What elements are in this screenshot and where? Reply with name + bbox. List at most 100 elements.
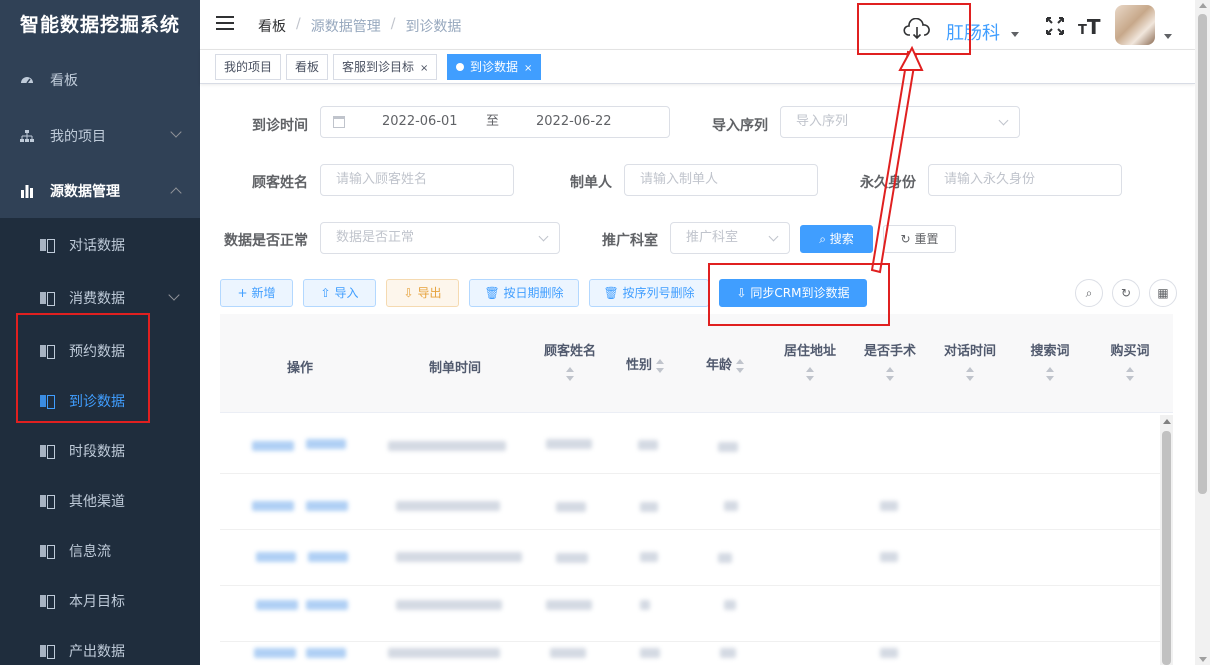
column-title: 年龄: [705, 358, 732, 373]
visit-time-range[interactable]: 2022-06-01 至 2022-06-22: [320, 106, 670, 138]
add-button-label: 新增: [251, 286, 276, 300]
breadcrumb-item: 源数据管理: [310, 19, 381, 35]
table-row[interactable]: [220, 474, 1160, 530]
redacted-cell: [396, 552, 522, 562]
caret-down-icon[interactable]: [1164, 34, 1172, 39]
scroll-down-icon[interactable]: [1199, 657, 1207, 662]
start-date[interactable]: 2022-06-01: [382, 107, 458, 137]
sidebar-item-label: 我的项目: [50, 129, 106, 145]
sort-icon[interactable]: [966, 367, 974, 381]
permanent-id-input[interactable]: 请输入永久身份: [928, 164, 1122, 196]
breadcrumb-separator: /: [390, 16, 396, 32]
sort-icon[interactable]: [1046, 367, 1054, 381]
redacted-cell: [724, 600, 736, 610]
sort-icon[interactable]: [886, 367, 894, 381]
sidebar-item-feed[interactable]: 信息流: [0, 526, 200, 576]
columns-button[interactable]: ▦: [1149, 279, 1177, 307]
placeholder: 请输入永久身份: [944, 172, 1036, 187]
column-header-dialogue-time[interactable]: 对话时间: [935, 340, 1005, 381]
sidebar-item-dialogue[interactable]: 对话数据: [0, 220, 200, 270]
avatar[interactable]: [1115, 5, 1155, 45]
sidebar-item-projects[interactable]: 我的项目: [0, 108, 200, 164]
column-header-age[interactable]: 年龄: [695, 354, 755, 373]
column-header-gender[interactable]: 性别: [615, 354, 675, 373]
redacted-cell: [388, 648, 500, 658]
scroll-up-icon[interactable]: [1199, 3, 1207, 8]
sidebar-item-dashboard[interactable]: 看板: [0, 52, 200, 108]
fullscreen-icon[interactable]: [1045, 16, 1065, 36]
column-header-buy-word[interactable]: 购买词: [1095, 340, 1165, 381]
breadcrumb-item[interactable]: 看板: [258, 16, 286, 36]
delete-by-seq-button[interactable]: 🗑 按序列号删除: [589, 279, 709, 307]
refresh-button[interactable]: ↻: [1112, 279, 1140, 307]
column-title: 搜索词: [1030, 344, 1070, 359]
table-scrollbar[interactable]: [1160, 415, 1173, 665]
redacted-cell: [880, 501, 898, 511]
column-header-search-word[interactable]: 搜索词: [1015, 340, 1085, 381]
close-icon[interactable]: ×: [420, 63, 428, 74]
column-title: 对话时间: [943, 344, 996, 359]
hamburger-icon[interactable]: [216, 16, 234, 32]
download-icon: ⇩: [403, 286, 414, 300]
redacted-cell: [550, 648, 586, 658]
toggle-search-button[interactable]: ⌕: [1075, 279, 1103, 307]
end-date[interactable]: 2022-06-22: [536, 107, 612, 137]
export-button[interactable]: ⇩ 导出: [386, 279, 459, 307]
column-header-surgery[interactable]: 是否手术: [855, 340, 925, 381]
text-size-icon[interactable]: TT: [1078, 15, 1101, 39]
redacted-cell: [252, 501, 294, 511]
tag-label: 看板: [295, 60, 320, 74]
refresh-icon: ↻: [1120, 286, 1132, 300]
sidebar-item-period[interactable]: 时段数据: [0, 426, 200, 476]
promo-dept-label: 推广科室: [602, 233, 658, 249]
sidebar-item-source-data[interactable]: 源数据管理: [0, 163, 200, 219]
sidebar-item-monthly-target[interactable]: 本月目标: [0, 576, 200, 626]
table-row[interactable]: [220, 586, 1160, 642]
add-button[interactable]: + 新增: [220, 279, 293, 307]
table-header: 操作 制单时间 顾客姓名 性别 年龄 居住地址 是否手术 对话时间 搜索词 购买…: [220, 314, 1173, 413]
sidebar-item-output[interactable]: 产出数据: [0, 626, 200, 665]
column-header-customer[interactable]: 顾客姓名: [530, 340, 610, 381]
creator-label: 制单人: [570, 175, 612, 191]
tag-dashboard[interactable]: 看板: [286, 54, 329, 80]
promo-dept-select[interactable]: 推广科室: [670, 222, 790, 254]
redacted-cell: [724, 501, 738, 511]
tag-service-target[interactable]: 客服到诊目标 ×: [333, 54, 438, 80]
table-row[interactable]: [220, 530, 1160, 586]
scroll-up-icon[interactable]: [1163, 419, 1171, 424]
redacted-cell: [306, 600, 348, 610]
sort-icon[interactable]: [736, 358, 744, 373]
sidebar-item-other-channels[interactable]: 其他渠道: [0, 476, 200, 526]
customer-name-input[interactable]: 请输入顾客姓名: [320, 164, 514, 196]
column-header-created: 制单时间: [415, 357, 495, 376]
sort-icon[interactable]: [1126, 367, 1134, 381]
data-normal-label: 数据是否正常: [224, 233, 308, 249]
sort-icon[interactable]: [656, 358, 664, 373]
redacted-cell: [718, 553, 732, 563]
scrollbar-thumb[interactable]: [1198, 14, 1207, 494]
column-title: 顾客姓名: [543, 344, 596, 359]
tree-icon: [20, 129, 34, 143]
sort-icon[interactable]: [806, 367, 814, 381]
scrollbar-thumb[interactable]: [1162, 431, 1171, 665]
sort-icon[interactable]: [566, 367, 574, 381]
caret-down-icon[interactable]: [1011, 32, 1019, 37]
data-normal-select[interactable]: 数据是否正常: [320, 222, 560, 254]
table-row[interactable]: [220, 636, 1160, 665]
column-title: 操作: [286, 361, 313, 376]
book-icon: [40, 292, 55, 306]
book-icon: [40, 239, 55, 253]
tag-my-projects[interactable]: 我的项目: [215, 54, 282, 80]
page-scrollbar[interactable]: [1195, 0, 1210, 665]
tag-visit-data[interactable]: 到诊数据 ×: [447, 54, 542, 80]
column-header-address[interactable]: 居住地址: [775, 340, 845, 381]
delete-by-date-label: 按日期删除: [503, 286, 564, 300]
creator-input[interactable]: 请输入制单人: [624, 164, 818, 196]
upload-icon: ⇧: [320, 286, 331, 300]
close-icon[interactable]: ×: [524, 63, 532, 74]
import-button[interactable]: ⇧ 导入: [303, 279, 376, 307]
tag-label: 客服到诊目标: [342, 60, 415, 74]
delete-by-date-button[interactable]: 🗑 按日期删除: [469, 279, 579, 307]
table-row[interactable]: [220, 418, 1160, 474]
sidebar-item-label: 本月目标: [69, 594, 125, 610]
